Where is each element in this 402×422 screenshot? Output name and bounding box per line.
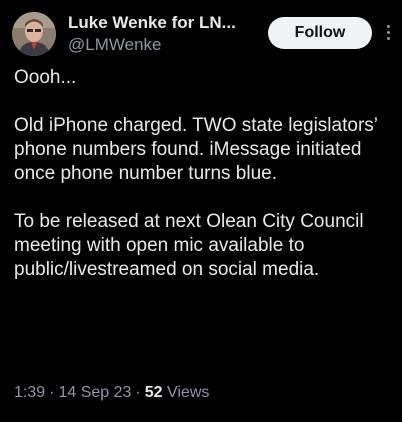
meta-separator: · xyxy=(49,384,55,401)
tweet-paragraph: Old iPhone charged. TWO state legislator… xyxy=(14,115,378,184)
tweet-paragraph: Oooh... xyxy=(14,67,77,88)
profile-photo-icon xyxy=(12,12,56,56)
views-count[interactable]: 52 xyxy=(145,384,163,401)
tweet-header: Luke Wenke for LN... @LMWenke Follow xyxy=(12,8,394,58)
views-label[interactable]: Views xyxy=(167,384,209,401)
tweet-text: Oooh... Old iPhone charged. TWO state le… xyxy=(14,66,394,306)
follow-button[interactable]: Follow xyxy=(268,17,372,49)
more-dot xyxy=(386,30,390,34)
meta-separator: · xyxy=(135,384,141,401)
author-display-name[interactable]: Luke Wenke for LN... xyxy=(68,12,258,34)
author-handle[interactable]: @LMWenke xyxy=(68,34,258,56)
more-dot xyxy=(386,24,390,28)
tweet-time[interactable]: 1:39 xyxy=(14,384,45,401)
tweet-card: Luke Wenke for LN... @LMWenke Follow Ooo… xyxy=(0,0,402,422)
tweet-date[interactable]: 14 Sep 23 xyxy=(58,384,131,401)
tweet-paragraph: To be released at next Olean City Counci… xyxy=(14,211,364,280)
more-vertical-icon[interactable] xyxy=(382,20,394,44)
more-dot xyxy=(386,36,390,40)
tweet-meta: 1:39 · 14 Sep 23 · 52 Views xyxy=(14,384,209,402)
avatar[interactable] xyxy=(12,12,56,56)
author-names: Luke Wenke for LN... @LMWenke xyxy=(68,12,258,56)
